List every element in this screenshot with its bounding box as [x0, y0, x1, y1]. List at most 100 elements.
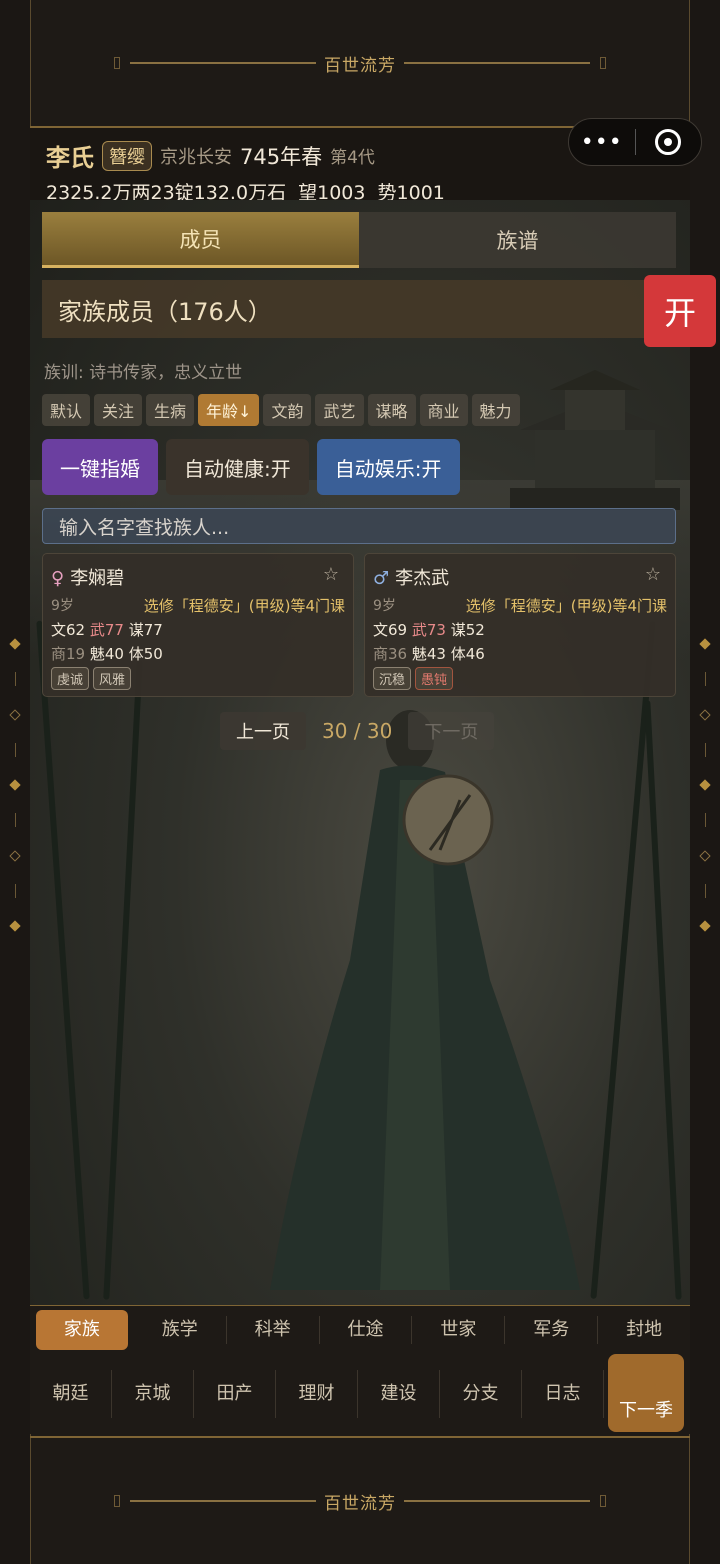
ornament	[699, 849, 711, 862]
trait-badge: 沉稳	[373, 667, 412, 690]
nav-finance[interactable]: 理财	[276, 1370, 358, 1418]
sort-default[interactable]: 默认	[42, 394, 91, 426]
member-age: 9岁	[51, 598, 74, 614]
nav-estate[interactable]: 田产	[194, 1370, 276, 1418]
banner-cap	[600, 1495, 606, 1507]
sort-chips: 默认 关注 生病 年龄↓ 文韵 武艺 谋略 商业 魅力	[42, 394, 524, 426]
stat-wen: 文69	[373, 621, 408, 639]
nav-log[interactable]: 日志	[522, 1370, 604, 1418]
banner-title: 百世流芳	[324, 1493, 396, 1514]
trait-badge: 虔诚	[51, 667, 90, 690]
nav-capital[interactable]: 京城	[112, 1370, 194, 1418]
bottom-banner: 百世流芳	[30, 1438, 690, 1564]
nav-fief[interactable]: 封地	[598, 1316, 690, 1344]
family-name: 李氏	[46, 144, 94, 172]
close-miniprogram-button[interactable]	[636, 129, 702, 155]
stat-mou: 谋52	[450, 621, 485, 639]
next-page-button[interactable]: 下一页	[408, 712, 495, 750]
stat-wu: 武77	[89, 621, 124, 639]
pavilion-illustration	[510, 370, 680, 510]
sort-business[interactable]: 商业	[419, 394, 468, 426]
male-icon: ♂	[373, 568, 390, 589]
ornament	[9, 638, 21, 650]
sort-literature[interactable]: 文韵	[263, 394, 312, 426]
ornament	[9, 708, 21, 721]
auto-health-toggle[interactable]: 自动健康:开	[166, 439, 309, 495]
nav-career[interactable]: 仕途	[320, 1316, 413, 1344]
member-traits: 沉稳 愚钝	[373, 667, 457, 690]
ornament	[699, 638, 711, 650]
sort-strategy[interactable]: 谋略	[367, 394, 416, 426]
auto-marry-button[interactable]: 一键指婚	[42, 439, 158, 495]
ornament	[14, 672, 16, 687]
trait-badge: 风雅	[93, 667, 132, 690]
nav-build[interactable]: 建设	[358, 1370, 440, 1418]
ornament	[704, 813, 706, 828]
member-stats-secondary: 商19 魅40 体50	[51, 643, 163, 664]
banner-line	[130, 1500, 316, 1502]
ornament	[704, 742, 706, 757]
banner-cap	[114, 1495, 120, 1507]
next-season-button[interactable]: 下一季	[608, 1354, 684, 1432]
primary-nav: 家族 族学 科举 仕途 世家 军务 封地	[30, 1306, 690, 1354]
nav-branch[interactable]: 分支	[440, 1370, 522, 1418]
bamboo-stalk	[36, 620, 90, 1300]
member-name-row: ♀ 李娴碧	[51, 564, 124, 590]
ornament	[14, 813, 16, 828]
top-banner: 百世流芳	[30, 0, 690, 126]
side-ornament-left	[8, 638, 22, 932]
member-stats-secondary: 商36 魅43 体46	[373, 643, 485, 664]
open-button[interactable]: 开	[644, 275, 716, 347]
nav-family[interactable]: 家族	[36, 1310, 128, 1350]
sort-martial[interactable]: 武艺	[315, 394, 364, 426]
female-icon: ♀	[51, 568, 65, 589]
generation: 第4代	[330, 148, 375, 168]
nav-military[interactable]: 军务	[505, 1316, 599, 1344]
member-name: 李杰武	[395, 568, 450, 589]
nav-clans[interactable]: 世家	[412, 1316, 506, 1344]
sort-followed[interactable]: 关注	[94, 394, 143, 426]
star-icon[interactable]: ☆	[645, 564, 661, 585]
nav-school[interactable]: 族学	[134, 1316, 227, 1344]
prev-page-button[interactable]: 上一页	[220, 712, 306, 750]
location: 京兆长安	[160, 146, 232, 168]
tab-genealogy[interactable]: 族谱	[359, 212, 676, 268]
stat-ti: 体46	[450, 645, 485, 663]
nav-exam[interactable]: 科举	[227, 1316, 320, 1344]
member-traits: 虔诚 风雅	[51, 667, 135, 690]
banner-cap	[600, 57, 606, 69]
stat-mou: 谋77	[128, 621, 163, 639]
banner-line	[130, 62, 316, 64]
member-card[interactable]: ♀ 李娴碧 ☆ 9岁 选修「程德安」(甲级)等4门课 文62 武77 谋77 商1…	[42, 553, 354, 697]
banner-cap	[114, 57, 120, 69]
bamboo-stalk	[103, 660, 143, 1300]
stat-wen: 文62	[51, 621, 86, 639]
sort-age[interactable]: 年龄↓	[198, 394, 260, 426]
nav-court[interactable]: 朝廷	[30, 1370, 112, 1418]
banner-line	[404, 62, 590, 64]
current-year: 745年春	[240, 144, 323, 169]
stat-mei: 魅40	[89, 645, 124, 663]
star-icon[interactable]: ☆	[323, 564, 339, 585]
pagination: 上一页 30 / 30 下一页	[220, 712, 495, 750]
ornament	[704, 672, 706, 687]
search-input[interactable]: 输入名字查找族人...	[42, 508, 676, 544]
rank-badge: 簪缨	[102, 140, 152, 171]
more-menu-icon[interactable]: •••	[569, 130, 635, 155]
auto-fun-toggle[interactable]: 自动娱乐:开	[316, 439, 460, 495]
sort-sick[interactable]: 生病	[146, 394, 195, 426]
stat-shang: 商36	[373, 645, 408, 663]
member-card[interactable]: ♂ 李杰武 ☆ 9岁 选修「程德安」(甲级)等4门课 文69 武73 谋52 商3…	[364, 553, 676, 697]
secondary-nav: 朝廷 京城 田产 理财 建设 分支 日志 下一季	[30, 1354, 690, 1434]
banner-line	[404, 1500, 590, 1502]
ornament	[699, 920, 711, 932]
stat-wu: 武73	[411, 621, 446, 639]
action-buttons: 一键指婚 自动健康:开 自动娱乐:开	[42, 439, 468, 495]
section-title: 家族成员（176人）	[42, 280, 652, 338]
lady-illustration	[270, 710, 580, 1290]
member-stats-primary: 文62 武77 谋77	[51, 619, 163, 640]
family-motto: 族训: 诗书传家，忠义立世	[44, 363, 243, 383]
sort-charm[interactable]: 魅力	[471, 394, 520, 426]
ornament	[9, 920, 21, 932]
tab-members[interactable]: 成员	[42, 212, 359, 268]
